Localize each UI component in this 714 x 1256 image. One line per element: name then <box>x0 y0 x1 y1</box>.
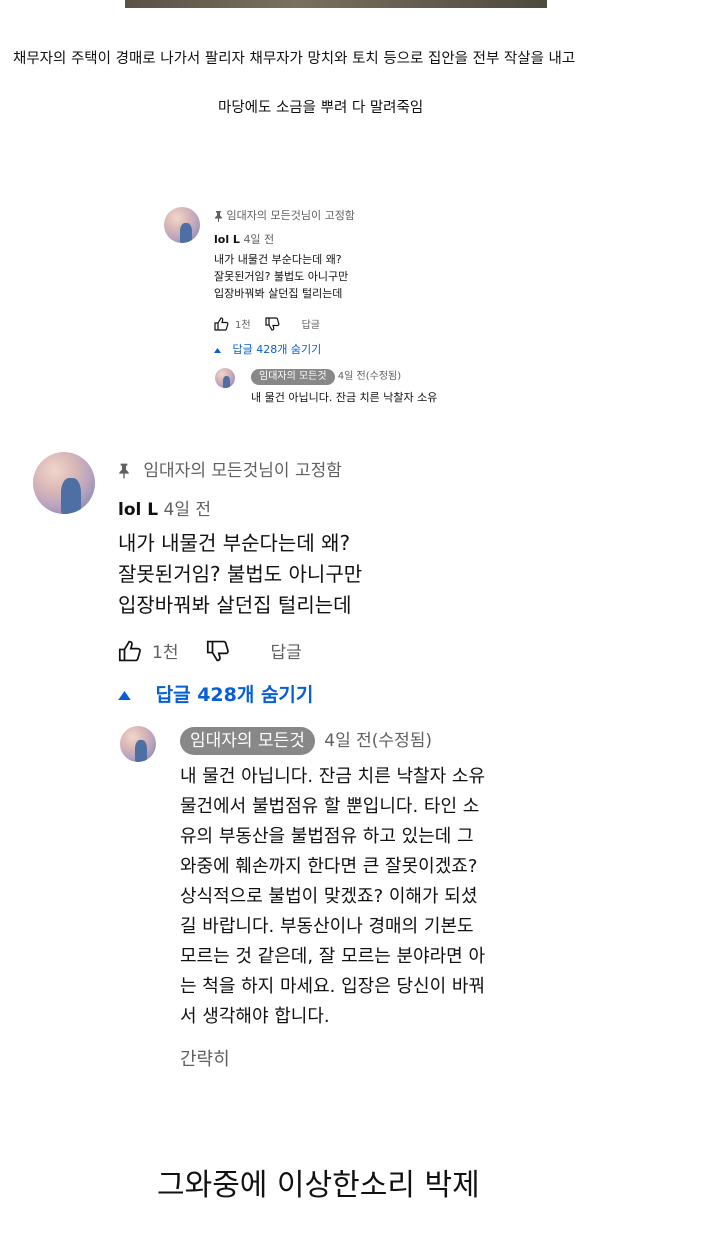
caret-up-icon <box>118 691 131 700</box>
reply-line: 서 생각해야 합니다. <box>180 1006 330 1027</box>
bottom-caption: 그와중에 이상한소리 박제 <box>157 1168 480 1203</box>
reply-line: 모르는 것 같은데, 잘 모르는 분야라면 아 <box>180 946 486 967</box>
replies-toggle[interactable]: 답글 428개 숨기기 <box>118 680 313 707</box>
author-name[interactable]: lol L <box>118 500 158 520</box>
action-bar-small: 1천 답글 <box>214 316 320 331</box>
reply-time-small[interactable]: 4일 전(수정됨) <box>338 371 401 382</box>
reply-avatar-small[interactable] <box>215 368 235 388</box>
thumbs-down-icon[interactable] <box>206 640 230 662</box>
pinned-label: 임대자의 모든것님이 고정함 <box>143 461 342 481</box>
commenter-avatar[interactable] <box>33 452 95 514</box>
reply-line: 와중에 훼손까지 한다면 큰 잘못이겠죠? <box>180 856 478 877</box>
comment-line: 입장바꿔봐 살던집 털리는데 <box>214 287 343 300</box>
comment-body-small: 내가 내물건 부순다는데 왜? 잘못된거임? 불법도 아니구만 입장바꿔봐 살던… <box>214 251 348 302</box>
reply-button-small[interactable]: 답글 <box>302 316 320 331</box>
comment-line: 잘못된거임? 불법도 아니구만 <box>118 562 363 586</box>
comment-time[interactable]: 4일 전 <box>164 500 212 520</box>
reply-avatar[interactable] <box>120 726 156 762</box>
comment-header-small: lol L 4일 전 <box>214 231 274 247</box>
commenter-avatar-small[interactable] <box>164 207 200 243</box>
reply-text-small: 내 물건 아닙니다. 잔금 치른 낙찰자 소유 <box>251 391 438 404</box>
thumbs-up-icon[interactable] <box>214 316 229 331</box>
thumbs-down-icon[interactable] <box>264 316 280 331</box>
reply-line: 유의 부동산을 불법점유 하고 있는데 그 <box>180 826 474 847</box>
comment-header: lol L 4일 전 <box>118 495 211 520</box>
reply-line: 물건에서 불법점유 할 뿐입니다. 타인 소 <box>180 796 480 817</box>
reply-header-small: 임대자의 모든것 4일 전(수정됨) <box>251 367 401 385</box>
replies-toggle-label-small: 답글 428개 숨기기 <box>232 343 322 356</box>
comment-line: 입장바꿔봐 살던집 털리는데 <box>118 593 352 617</box>
author-name-small[interactable]: lol L <box>214 233 240 246</box>
comment-line: 내가 내물건 부순다는데 왜? <box>214 253 342 266</box>
pinned-indicator-small: 임대자의 모든것님이 고정함 <box>214 207 355 223</box>
reply-button[interactable]: 답글 <box>270 638 301 663</box>
pin-icon <box>118 463 130 479</box>
large-comment-screenshot: 임대자의 모든것님이 고정함 lol L 4일 전 내가 내물건 부순다는데 왜… <box>0 430 714 1090</box>
comment-time-small[interactable]: 4일 전 <box>243 233 274 246</box>
show-less-button[interactable]: 간략히 <box>180 1045 230 1071</box>
caret-up-icon <box>214 347 221 353</box>
reply-line: 내 물건 아닙니다. 잔금 치른 낙찰자 소유 <box>180 766 486 787</box>
comment-body: 내가 내물건 부순다는데 왜? 잘못된거임? 불법도 아니구만 입장바꿔봐 살던… <box>118 528 362 621</box>
like-count-small: 1천 <box>235 320 251 331</box>
pinned-label-small: 임대자의 모든것님이 고정함 <box>226 209 355 222</box>
like-count: 1천 <box>152 643 179 663</box>
comment-line: 잘못된거임? 불법도 아니구만 <box>214 270 349 283</box>
replies-toggle-small[interactable]: 답글 428개 숨기기 <box>214 341 321 357</box>
action-bar: 1천 답글 <box>118 638 302 663</box>
small-comment-screenshot: 임대자의 모든것님이 고정함 lol L 4일 전 내가 내물건 부순다는데 왜… <box>0 0 714 420</box>
pinned-indicator: 임대자의 모든것님이 고정함 <box>118 456 342 481</box>
reply-header: 임대자의 모든것 4일 전(수정됨) <box>180 726 432 755</box>
pin-icon <box>214 210 223 222</box>
reply-time[interactable]: 4일 전(수정됨) <box>324 731 432 751</box>
reply-line: 길 바랍니다. 부동산이나 경매의 기본도 <box>180 916 474 937</box>
reply-body: 내 물건 아닙니다. 잔금 치른 낙찰자 소유 물건에서 불법점유 할 뿐입니다… <box>180 762 485 1032</box>
replies-toggle-label: 답글 428개 숨기기 <box>155 684 314 706</box>
reply-line: 상식적으로 불법이 맞겠죠? 이해가 되셨 <box>180 886 478 907</box>
reply-author-badge[interactable]: 임대자의 모든것 <box>180 727 315 755</box>
reply-line: 는 척을 하지 마세요. 입장은 당신이 바꿔 <box>180 976 486 997</box>
thumbs-up-icon[interactable] <box>118 640 142 662</box>
comment-line: 내가 내물건 부순다는데 왜? <box>118 531 351 555</box>
reply-author-badge-small[interactable]: 임대자의 모든것 <box>251 369 335 385</box>
